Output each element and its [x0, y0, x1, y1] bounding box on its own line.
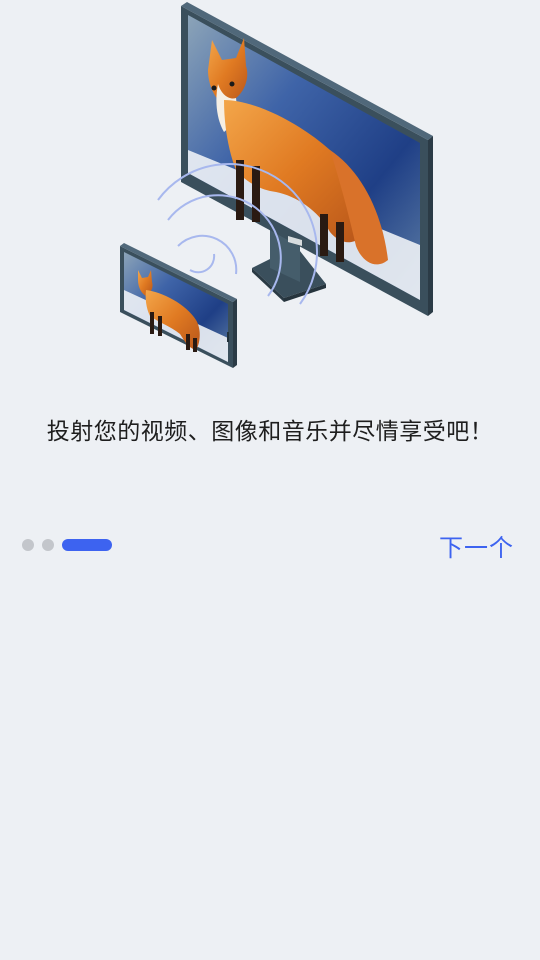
- monitor-icon: [181, 2, 433, 316]
- page-dot-3-active: [62, 539, 112, 551]
- onboarding-pager: 下一个: [0, 520, 540, 570]
- page-indicator: [22, 539, 112, 551]
- page-dot-2: [42, 539, 54, 551]
- cast-illustration: [0, 0, 540, 380]
- page-dot-1: [22, 539, 34, 551]
- next-button[interactable]: 下一个: [439, 528, 514, 563]
- phone-icon: [120, 243, 237, 368]
- onboarding-caption: 投射您的视频、图像和音乐并尽情享受吧！: [46, 419, 494, 445]
